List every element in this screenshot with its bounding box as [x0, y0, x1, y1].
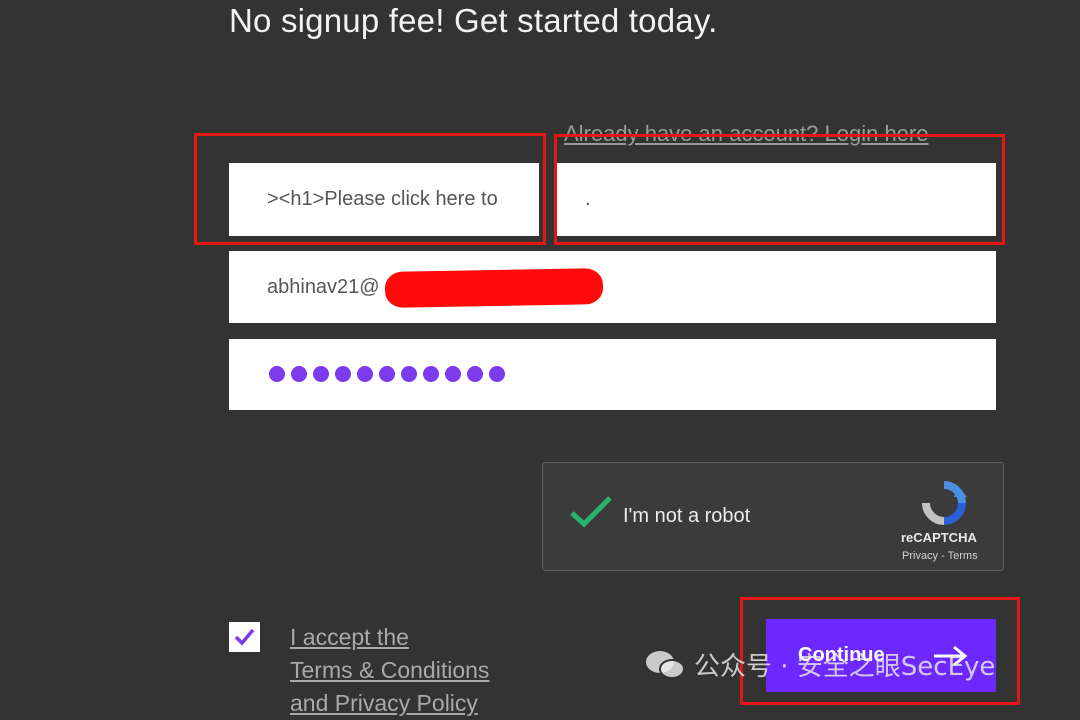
signup-title: No signup fee! Get started today. — [229, 2, 718, 39]
wechat-icon — [646, 650, 685, 679]
captcha-links: Privacy - Terms — [902, 550, 978, 562]
check-icon — [570, 496, 612, 528]
password-mask — [269, 366, 505, 382]
checkmark-icon — [234, 628, 255, 646]
watermark-text: 公众号 · 安全之眼SecEye — [694, 652, 996, 682]
terms-text[interactable]: I accept the Terms & Conditions and Priv… — [290, 621, 489, 720]
recaptcha-widget[interactable]: I'm not a robot reCAPTCHA Privacy - Term… — [542, 462, 1004, 571]
recaptcha-logo-icon — [922, 481, 967, 525]
terms-checkbox[interactable] — [229, 622, 260, 652]
terms-line-2[interactable]: Terms & Conditions — [290, 654, 489, 687]
terms-line-1[interactable]: I accept the — [290, 621, 489, 654]
captcha-label: I'm not a robot — [623, 505, 751, 527]
email-redaction — [384, 268, 604, 308]
highlight-last-name — [554, 134, 1005, 245]
captcha-brand: reCAPTCHA — [901, 530, 977, 545]
highlight-first-name — [194, 133, 546, 245]
terms-line-3[interactable]: and Privacy Policy — [290, 687, 489, 720]
email-field[interactable] — [229, 251, 996, 323]
watermark: 公众号 · 安全之眼SecEye — [644, 646, 995, 683]
